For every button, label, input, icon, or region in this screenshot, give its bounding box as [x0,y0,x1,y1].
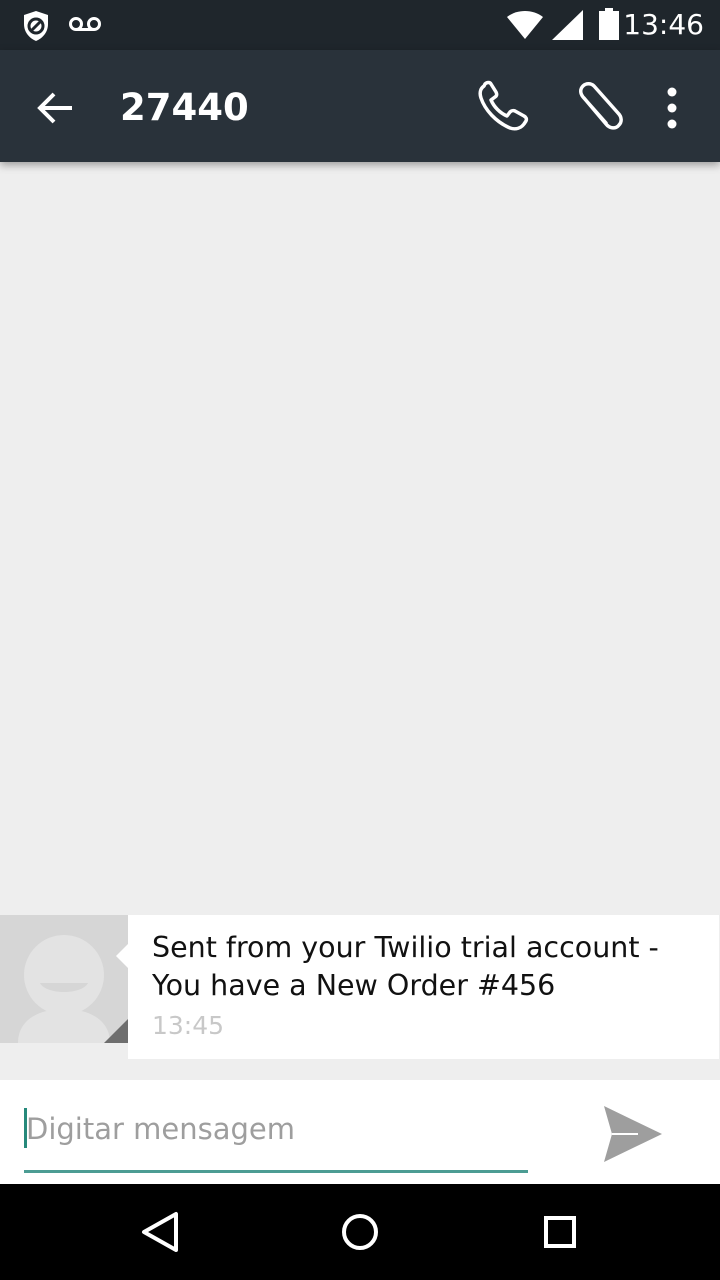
conversation-toolbar: 27440 [0,50,720,162]
nav-recents-button[interactable] [532,1204,588,1260]
back-arrow-icon [37,92,72,124]
cellular-signal-icon [552,10,584,45]
input-underline [24,1170,528,1173]
message-input[interactable] [24,1104,528,1154]
attach-button[interactable] [570,80,630,136]
conversation-title: 27440 [120,86,249,129]
wifi-icon [506,10,544,45]
avatar[interactable] [0,915,128,1043]
back-triangle-icon [142,1212,178,1252]
navigation-bar [0,1184,720,1280]
default-contact-icon [0,915,128,1043]
status-time: 13:46 [623,8,704,41]
call-button[interactable] [474,80,534,136]
battery-icon [598,8,620,45]
paperclip-icon [579,82,623,130]
text-cursor [24,1108,27,1148]
home-circle-icon [342,1214,378,1250]
voicemail-icon [68,14,102,39]
nav-home-button[interactable] [332,1204,388,1260]
message-bubble[interactable]: Sent from your Twilio trial account - Yo… [128,915,719,1059]
phone-icon [478,80,529,131]
compose-bar [0,1080,720,1184]
message-item[interactable]: Sent from your Twilio trial account - Yo… [0,915,720,1059]
back-button[interactable] [28,80,84,136]
status-bar: 13:46 [0,0,720,50]
nav-back-button[interactable] [132,1204,188,1260]
send-icon [604,1106,662,1162]
message-timestamp: 13:45 [152,1011,225,1040]
recents-square-icon [544,1216,576,1248]
message-text: Sent from your Twilio trial account - Yo… [152,931,659,1002]
more-vert-icon [667,87,677,129]
send-button[interactable] [598,1104,664,1164]
blocked-shield-icon [22,10,50,47]
more-options-button[interactable] [652,80,692,136]
